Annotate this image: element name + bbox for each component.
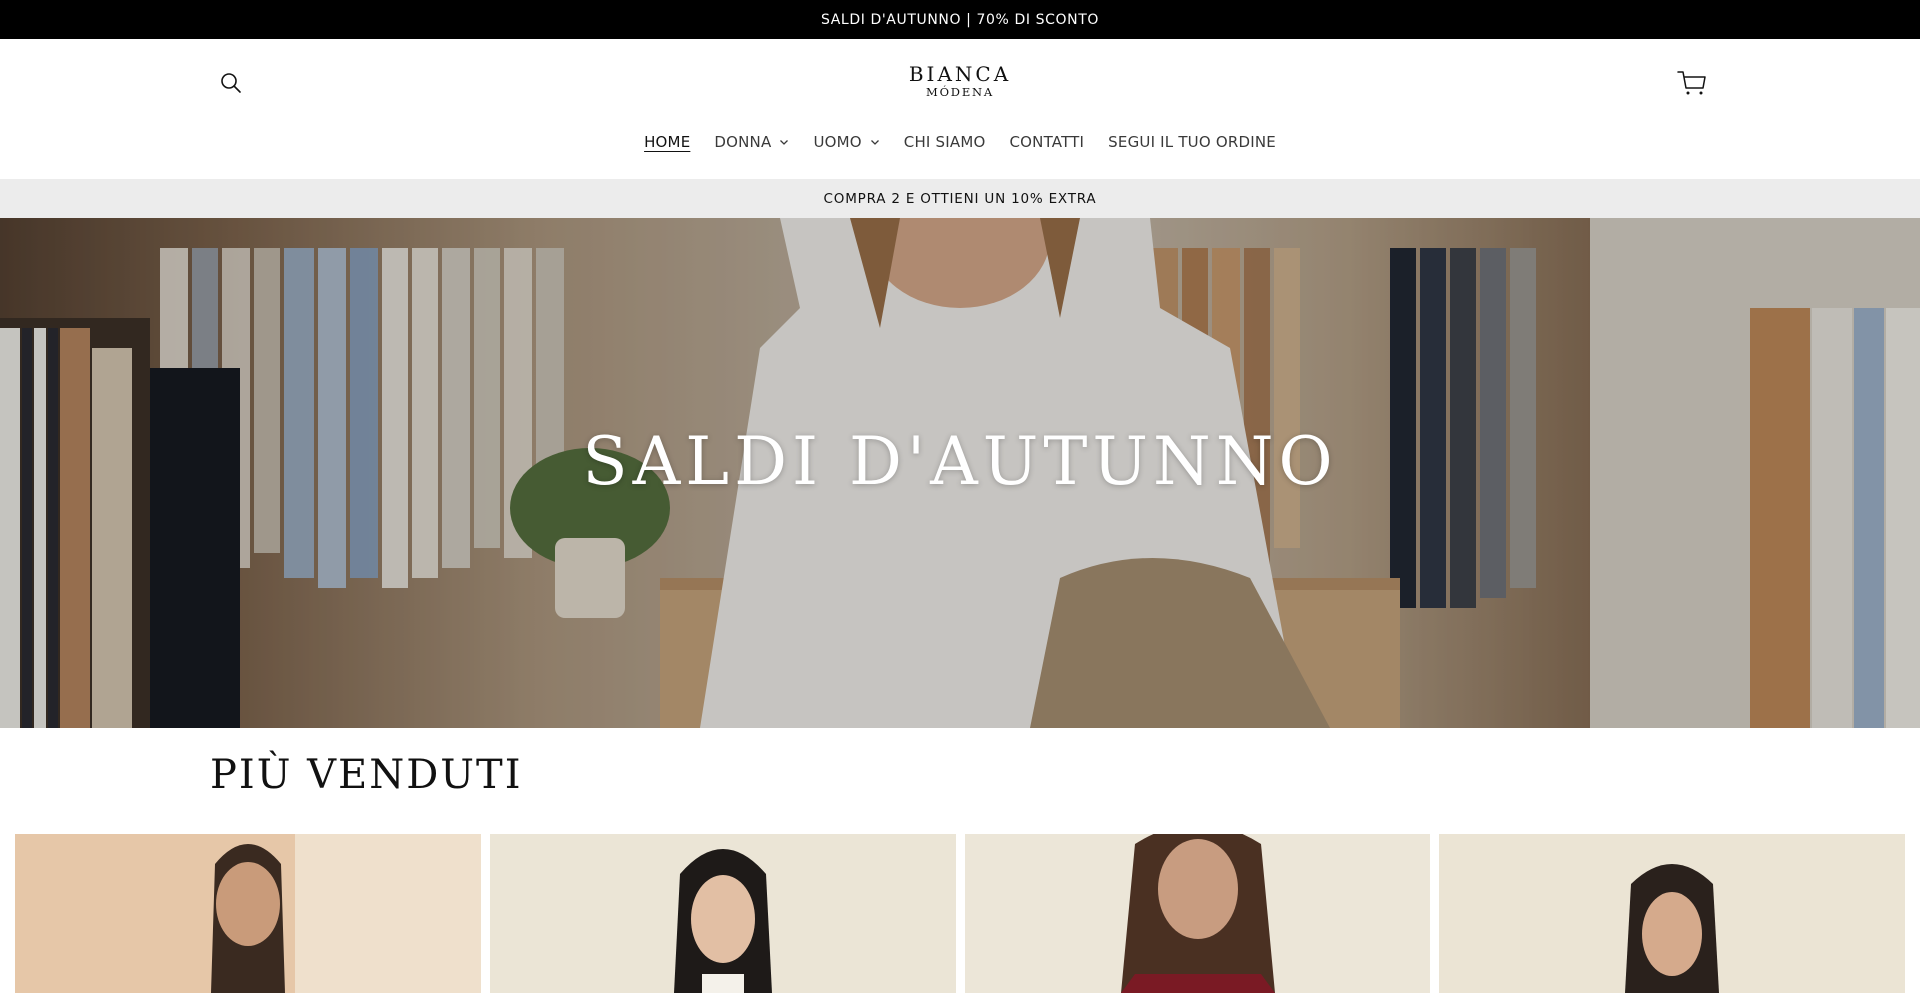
hero-banner[interactable]: SALDI D'AUTUNNO [0,218,1920,728]
nav-item-label: HOME [644,133,691,151]
site-logo[interactable]: BIANCA MÓDENA [860,63,1060,99]
nav-item-chi-siamo[interactable]: CHI SIAMO [904,133,986,151]
logo-city: MÓDENA [926,85,994,99]
logo-brand: BIANCA [908,62,1012,86]
product-image [15,834,481,993]
chevron-down-icon [870,140,879,145]
search-button[interactable] [218,70,244,96]
nav-item-label: SEGUI IL TUO ORDINE [1108,133,1276,151]
nav-item-uomo[interactable]: UOMO [813,133,879,151]
nav-item-label: CONTATTI [1009,133,1085,151]
product-card[interactable] [1439,834,1905,993]
cart-icon [1677,71,1706,95]
chevron-down-icon [780,140,789,145]
section-title-best-sellers: PIÙ VENDUTI [210,752,523,798]
announcement-text: SALDI D'AUTUNNO | 70% DI SCONTO [821,11,1099,28]
site-header: BIANCA MÓDENA HOME DONNA UOMO CHI SIAMO … [0,39,1920,179]
nav-item-segui-ordine[interactable]: SEGUI IL TUO ORDINE [1108,133,1276,151]
nav-item-label: UOMO [813,133,862,151]
nav-item-donna[interactable]: DONNA [714,133,789,151]
cart-button[interactable] [1676,68,1708,98]
search-icon [221,73,241,93]
nav-item-label: DONNA [714,133,772,151]
hero-title: SALDI D'AUTUNNO [582,423,1338,500]
promo-bar: COMPRA 2 E OTTIENI UN 10% EXTRA [0,179,1920,218]
nav-item-label: CHI SIAMO [903,133,986,151]
product-card[interactable] [964,834,1431,993]
product-card[interactable] [15,834,481,993]
main-nav: HOME DONNA UOMO CHI SIAMO CONTATTI SEGUI… [0,127,1920,157]
product-grid [15,834,1905,993]
product-card[interactable] [489,834,956,993]
product-image [489,834,956,993]
nav-item-home[interactable]: HOME [644,133,690,151]
announcement-bar: SALDI D'AUTUNNO | 70% DI SCONTO [0,0,1920,39]
nav-item-contatti[interactable]: CONTATTI [1009,133,1084,151]
promo-text: COMPRA 2 E OTTIENI UN 10% EXTRA [823,190,1097,207]
product-image [964,834,1431,993]
product-image [1439,834,1905,993]
